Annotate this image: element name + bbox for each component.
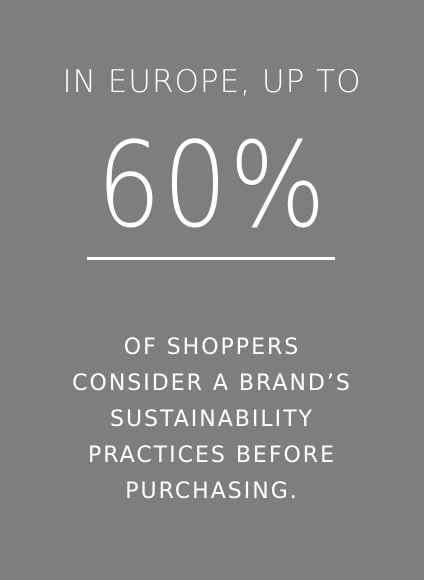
description-line: CONSIDER A BRAND’S [72, 371, 352, 396]
statistic-description: OF SHOPPERS CONSIDER A BRAND’S SUSTAINAB… [20, 330, 404, 510]
description-line: PURCHASING. [125, 479, 299, 504]
divider-line [87, 257, 335, 260]
description-line: OF SHOPPERS [123, 335, 301, 360]
statistic-value: 60% [96, 116, 328, 254]
description-line: PRACTICES BEFORE [88, 443, 336, 468]
lead-text: IN EUROPE, UP TO [62, 64, 362, 100]
description-line: SUSTAINABILITY [109, 407, 314, 432]
statistic-card: IN EUROPE, UP TO 60% OF SHOPPERS CONSIDE… [0, 0, 424, 580]
